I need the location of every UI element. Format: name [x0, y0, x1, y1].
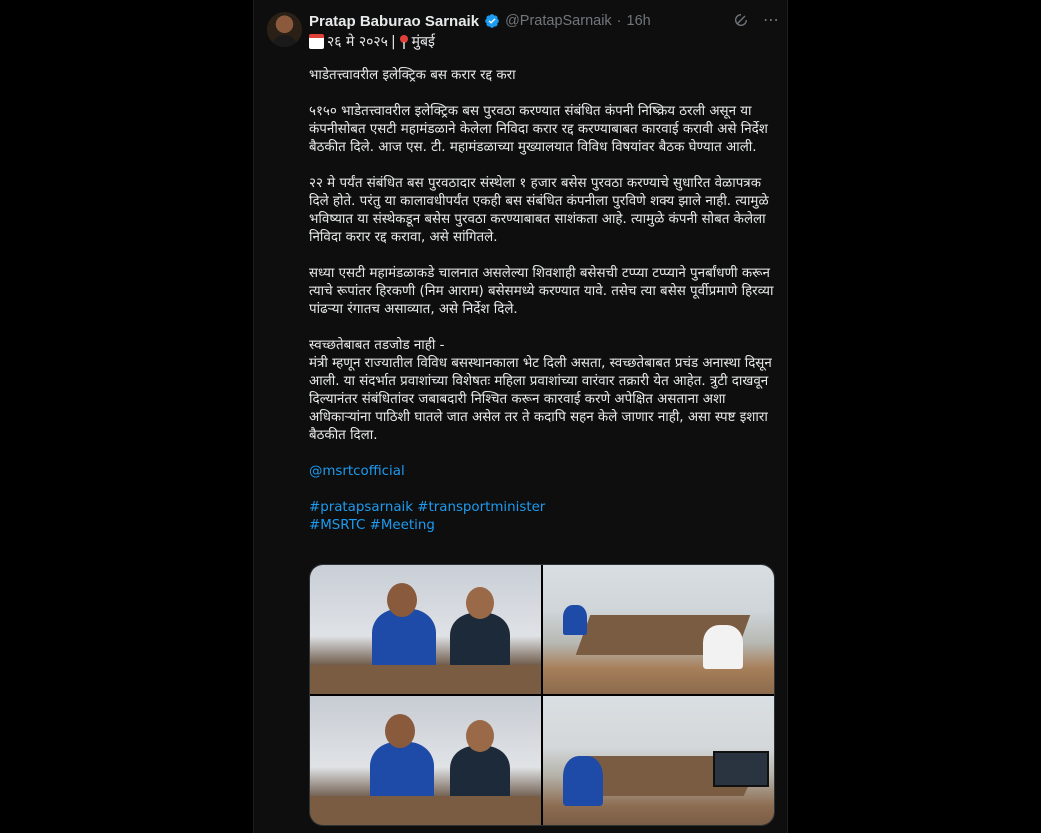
- tweet-paragraph: सध्या एसटी महामंडळाकडे चालनात असलेल्या श…: [309, 266, 774, 317]
- meeting-photo-3[interactable]: [310, 696, 541, 825]
- more-icon[interactable]: ⋯: [763, 11, 779, 29]
- hashtag-link[interactable]: #Meeting: [370, 518, 435, 533]
- tweet-timestamp[interactable]: 16h: [627, 13, 651, 29]
- author-avatar[interactable]: [267, 12, 302, 47]
- tweet-header-actions: ⋯: [733, 11, 779, 29]
- media-grid: [309, 564, 775, 826]
- author-handle[interactable]: @PratapSarnaik: [505, 13, 612, 29]
- tweet-body: भाडेतत्त्वावरील इलेक्ट्रिक बस करार रद्द …: [309, 67, 779, 535]
- meeting-photo-1[interactable]: [310, 565, 541, 694]
- hashtag-line: #pratapsarnaik #transportminister: [309, 499, 779, 517]
- meeting-photo-4[interactable]: [543, 696, 774, 825]
- tweet-date-line: २६ मे २०२५ | मुंबई: [309, 32, 435, 51]
- header-separator: ·: [616, 13, 622, 29]
- date-separator: |: [390, 33, 396, 50]
- mention-link[interactable]: @msrtcofficial: [309, 464, 405, 479]
- tweet-paragraph: २२ मे पर्यंत संबंधित बस पुरवठादार संस्थे…: [309, 176, 769, 245]
- location-pin-icon: [399, 34, 409, 49]
- mention-line: @msrtcofficial: [309, 463, 779, 481]
- tweet-paragraph: स्वच्छतेबाबत तडजोड नाही - मंत्री म्हणून …: [309, 338, 772, 443]
- page-margin-right: [788, 0, 1041, 833]
- tweet-paragraph: ५१५० भाडेतत्त्वावरील इलेक्ट्रिक बस पुरवठ…: [309, 104, 768, 155]
- hashtag-line: #MSRTC #Meeting: [309, 517, 779, 535]
- tweet-paragraph-title: भाडेतत्त्वावरील इलेक्ट्रिक बस करार रद्द …: [309, 68, 516, 83]
- hashtag-link[interactable]: #pratapsarnaik: [309, 500, 413, 515]
- page-margin-left: [0, 0, 253, 833]
- place-text: मुंबई: [411, 34, 435, 50]
- grok-icon[interactable]: [733, 12, 749, 28]
- meeting-photo-2[interactable]: [543, 565, 774, 694]
- author-display-name[interactable]: Pratap Baburao Sarnaik: [309, 13, 479, 30]
- hashtag-link[interactable]: #MSRTC: [309, 518, 365, 533]
- verified-badge-icon: [485, 14, 499, 28]
- date-text: २६ मे २०२५: [327, 34, 388, 50]
- calendar-icon: [309, 34, 324, 49]
- tweet-header: Pratap Baburao Sarnaik @PratapSarnaik · …: [309, 11, 651, 31]
- hashtag-link[interactable]: #transportminister: [417, 500, 545, 515]
